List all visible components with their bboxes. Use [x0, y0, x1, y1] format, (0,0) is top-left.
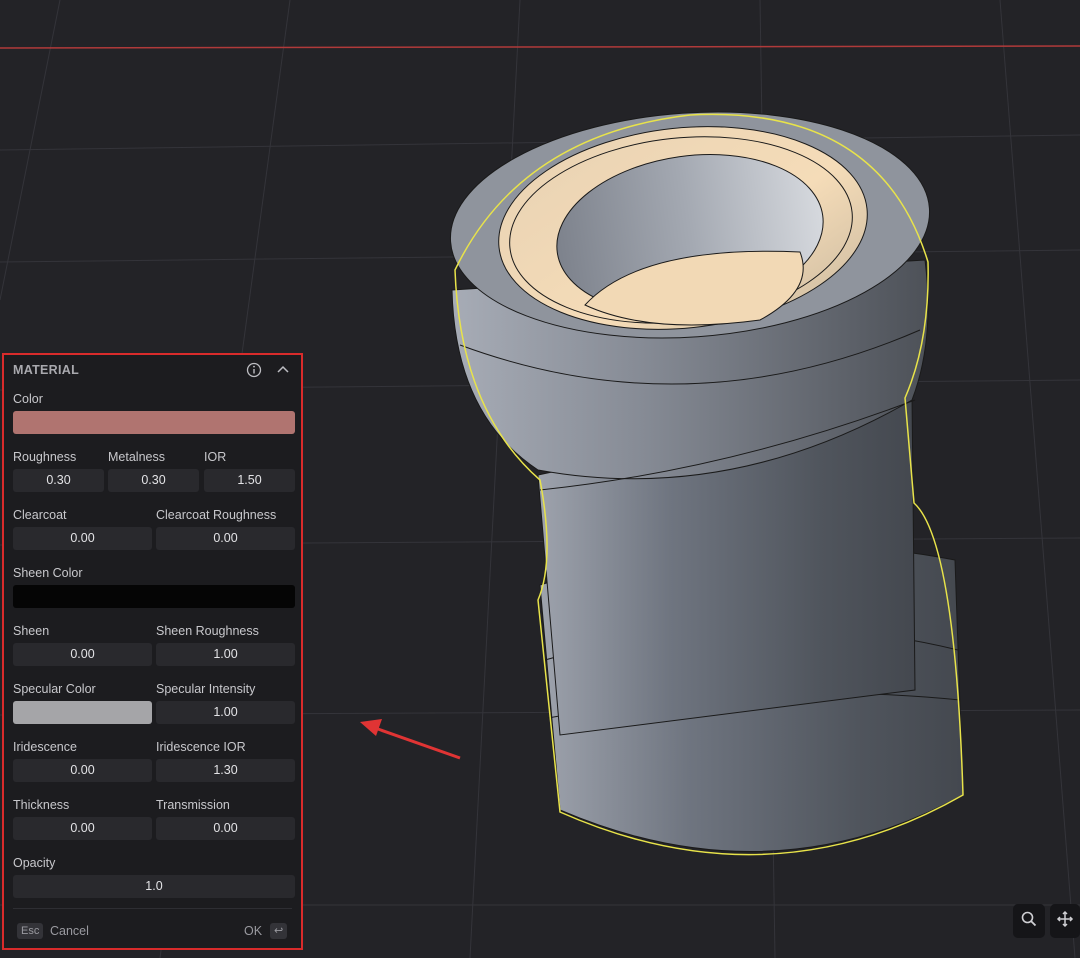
footer-divider: [13, 908, 292, 909]
transmission-label: Transmission: [156, 798, 230, 812]
opacity-input[interactable]: 1.0: [13, 875, 295, 898]
x-axis-line: [0, 45, 1080, 49]
roughness-input[interactable]: 0.30: [13, 469, 104, 492]
panel-title: MATERIAL: [13, 363, 80, 377]
iridescence-ior-label: Iridescence IOR: [156, 740, 246, 754]
3d-model: [449, 111, 964, 852]
sheen-color-label: Sheen Color: [13, 566, 83, 580]
enter-key-icon: ↩: [270, 923, 288, 939]
sheen-label: Sheen: [13, 624, 50, 638]
opacity-label: Opacity: [13, 856, 56, 870]
color-swatch[interactable]: [13, 411, 295, 434]
thickness-label: Thickness: [13, 798, 70, 812]
search-icon: [1020, 910, 1038, 933]
ok-button[interactable]: OK: [244, 924, 262, 938]
sheen-roughness-input[interactable]: 1.00: [156, 643, 295, 666]
specular-intensity-input[interactable]: 1.00: [156, 701, 295, 724]
metalness-label: Metalness: [108, 450, 165, 464]
sheen-color-swatch[interactable]: [13, 585, 295, 608]
iridescence-input[interactable]: 0.00: [13, 759, 152, 782]
chevron-up-icon[interactable]: [274, 361, 292, 379]
annotation-arrow: [360, 719, 461, 760]
specular-color-swatch[interactable]: [13, 701, 152, 724]
color-label: Color: [13, 392, 43, 406]
sheen-input[interactable]: 0.00: [13, 643, 152, 666]
move-button[interactable]: [1050, 904, 1080, 938]
clearcoat-roughness-label: Clearcoat Roughness: [156, 508, 277, 522]
thickness-input[interactable]: 0.00: [13, 817, 152, 840]
move-icon: [1056, 910, 1074, 933]
cancel-button[interactable]: Cancel: [50, 924, 89, 938]
ior-input[interactable]: 1.50: [204, 469, 295, 492]
clearcoat-label: Clearcoat: [13, 508, 67, 522]
ior-label: IOR: [204, 450, 227, 464]
material-panel: MATERIAL Color Roughness Metalness IOR 0…: [2, 353, 303, 950]
clearcoat-input[interactable]: 0.00: [13, 527, 152, 550]
sheen-roughness-label: Sheen Roughness: [156, 624, 259, 638]
esc-key-hint: Esc: [17, 923, 44, 939]
info-icon[interactable]: [245, 361, 263, 379]
metalness-input[interactable]: 0.30: [108, 469, 199, 492]
clearcoat-roughness-input[interactable]: 0.00: [156, 527, 295, 550]
specular-color-label: Specular Color: [13, 682, 96, 696]
iridescence-label: Iridescence: [13, 740, 77, 754]
roughness-label: Roughness: [13, 450, 77, 464]
iridescence-ior-input[interactable]: 1.30: [156, 759, 295, 782]
search-button[interactable]: [1013, 904, 1045, 938]
panel-header: MATERIAL: [4, 355, 301, 385]
specular-intensity-label: Specular Intensity: [156, 682, 256, 696]
transmission-input[interactable]: 0.00: [156, 817, 295, 840]
